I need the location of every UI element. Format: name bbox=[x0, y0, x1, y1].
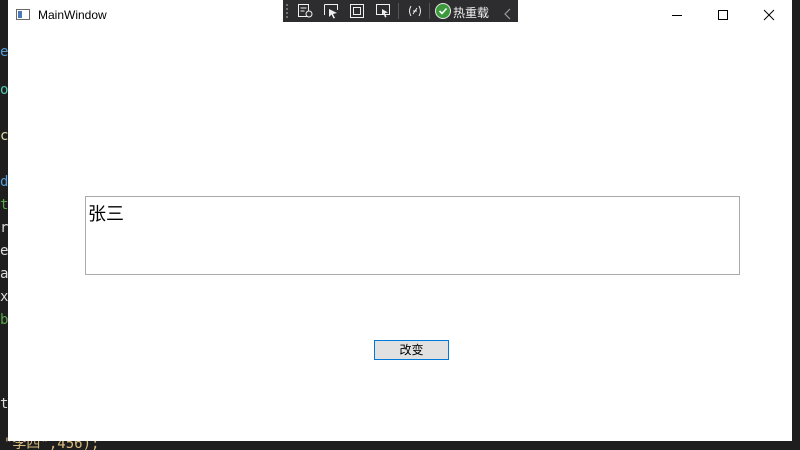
track-focus-icon bbox=[376, 4, 390, 18]
select-element-button[interactable] bbox=[321, 1, 341, 21]
window-icon bbox=[16, 9, 30, 20]
binding-failures-icon bbox=[409, 5, 421, 17]
main-window: MainWindow 张三 改变 bbox=[8, 0, 792, 441]
xaml-debug-toolbar: 热重载 bbox=[283, 0, 518, 22]
close-icon bbox=[763, 9, 775, 21]
display-adorners-button[interactable] bbox=[347, 1, 367, 21]
hot-reload-label: 热重载 bbox=[453, 6, 490, 20]
name-textbox-value: 张三 bbox=[88, 204, 124, 225]
live-visual-tree-button[interactable] bbox=[295, 1, 315, 21]
maximize-button[interactable] bbox=[700, 0, 746, 31]
live-visual-tree-icon bbox=[298, 4, 313, 18]
minimize-button[interactable] bbox=[654, 0, 700, 31]
change-button[interactable]: 改变 bbox=[374, 340, 449, 360]
check-circle-icon bbox=[435, 3, 451, 19]
toolbar-separator bbox=[398, 3, 399, 19]
binding-failures-button[interactable] bbox=[405, 1, 425, 21]
window-title: MainWindow bbox=[38, 8, 107, 22]
display-adorners-icon bbox=[350, 4, 364, 18]
select-element-icon bbox=[324, 4, 338, 19]
track-focus-button[interactable] bbox=[373, 1, 393, 21]
toolbar-separator bbox=[429, 3, 430, 19]
name-textbox[interactable]: 张三 bbox=[85, 196, 740, 275]
background-code-editor: e o c d t r e a x b t bbox=[0, 0, 8, 450]
toolbar-grip[interactable] bbox=[285, 3, 289, 19]
close-button[interactable] bbox=[746, 0, 792, 31]
collapse-toolbar-button[interactable] bbox=[503, 5, 513, 20]
chevron-left-icon bbox=[504, 8, 511, 20]
